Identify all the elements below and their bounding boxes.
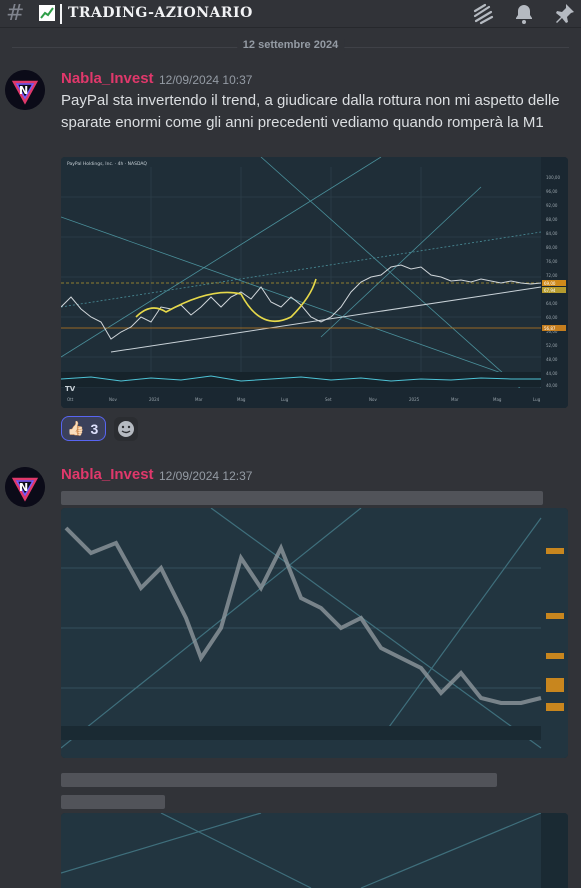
svg-text:N: N [19, 84, 28, 97]
blurred-message-text [61, 795, 165, 809]
price-label: 44,00 [546, 371, 558, 376]
price-label: 80,00 [546, 245, 558, 250]
tradingview-logo: TV [65, 385, 76, 393]
time-label: Mar [451, 397, 459, 402]
time-label: Set [325, 397, 332, 402]
add-reaction-button[interactable] [114, 417, 138, 441]
svg-text:N: N [19, 481, 28, 494]
thumbs-up-icon: 👍🏻 [67, 420, 85, 437]
price-badge: 69,00 [544, 281, 556, 286]
blurred-chart-attachment[interactable] [61, 813, 568, 888]
time-label: Mar [195, 397, 203, 402]
price-label: 60,00 [546, 315, 558, 320]
message-timestamp: 12/09/2024 10:37 [159, 73, 253, 87]
price-label: 88,00 [546, 217, 558, 222]
reaction-count: 3 [90, 420, 99, 437]
chart-title: PayPal Holdings, Inc. · 4h · NASDAQ [67, 161, 147, 167]
price-label: 52,00 [546, 343, 558, 348]
price-label: 96,00 [546, 189, 558, 194]
avatar[interactable]: N [5, 70, 45, 110]
message-timestamp: 12/09/2024 12:37 [159, 469, 253, 483]
price-label: 48,00 [546, 357, 558, 362]
channel-hash-icon: # [6, 1, 25, 26]
blurred-message-text [61, 491, 543, 505]
channel-name: TRADING-AZIONARIO [68, 5, 253, 21]
price-badge: 67,94 [544, 288, 556, 293]
price-label: 84,00 [546, 231, 558, 236]
bell-icon[interactable] [512, 2, 536, 26]
price-label: 76,00 [546, 259, 558, 264]
smiley-icon [118, 421, 134, 437]
channel-header: # TRADING-AZIONARIO [0, 0, 581, 28]
threads-icon[interactable] [471, 2, 495, 26]
time-label: Mag [493, 397, 502, 402]
blurred-chart-attachment[interactable] [61, 508, 568, 758]
chart-image-attachment[interactable]: 100,00 96,00 92,00 88,00 84,00 80,00 76,… [61, 157, 568, 408]
time-label: Lug [533, 397, 541, 402]
price-label: 92,00 [546, 203, 558, 208]
pin-icon[interactable] [552, 2, 576, 26]
message-author[interactable]: Nabla_Invest [61, 70, 154, 87]
chart-increasing-icon [39, 5, 55, 21]
time-label: 2024 [149, 397, 160, 402]
price-label: 64,00 [546, 301, 558, 306]
message-text: PayPal sta invertendo il trend, a giudic… [61, 92, 560, 131]
time-label: Nov [369, 397, 377, 402]
message-author[interactable]: Nabla_Invest [61, 466, 154, 483]
blurred-message-text [61, 773, 497, 787]
time-label: Ott [67, 397, 74, 402]
price-label: 40,00 [546, 383, 558, 388]
channel-divider [60, 4, 62, 24]
price-label: 72,00 [546, 273, 558, 278]
time-label: 2025 [409, 397, 420, 402]
time-label: Lug [281, 397, 289, 402]
price-badge: 56,87 [544, 326, 556, 331]
avatar[interactable]: N [5, 467, 45, 507]
date-divider: 12 settembre 2024 [236, 39, 345, 51]
price-label: 100,00 [546, 175, 560, 180]
reaction-thumbs-up[interactable]: 👍🏻 3 [61, 416, 106, 441]
time-label: Nov [109, 397, 117, 402]
time-label: Mag [237, 397, 246, 402]
